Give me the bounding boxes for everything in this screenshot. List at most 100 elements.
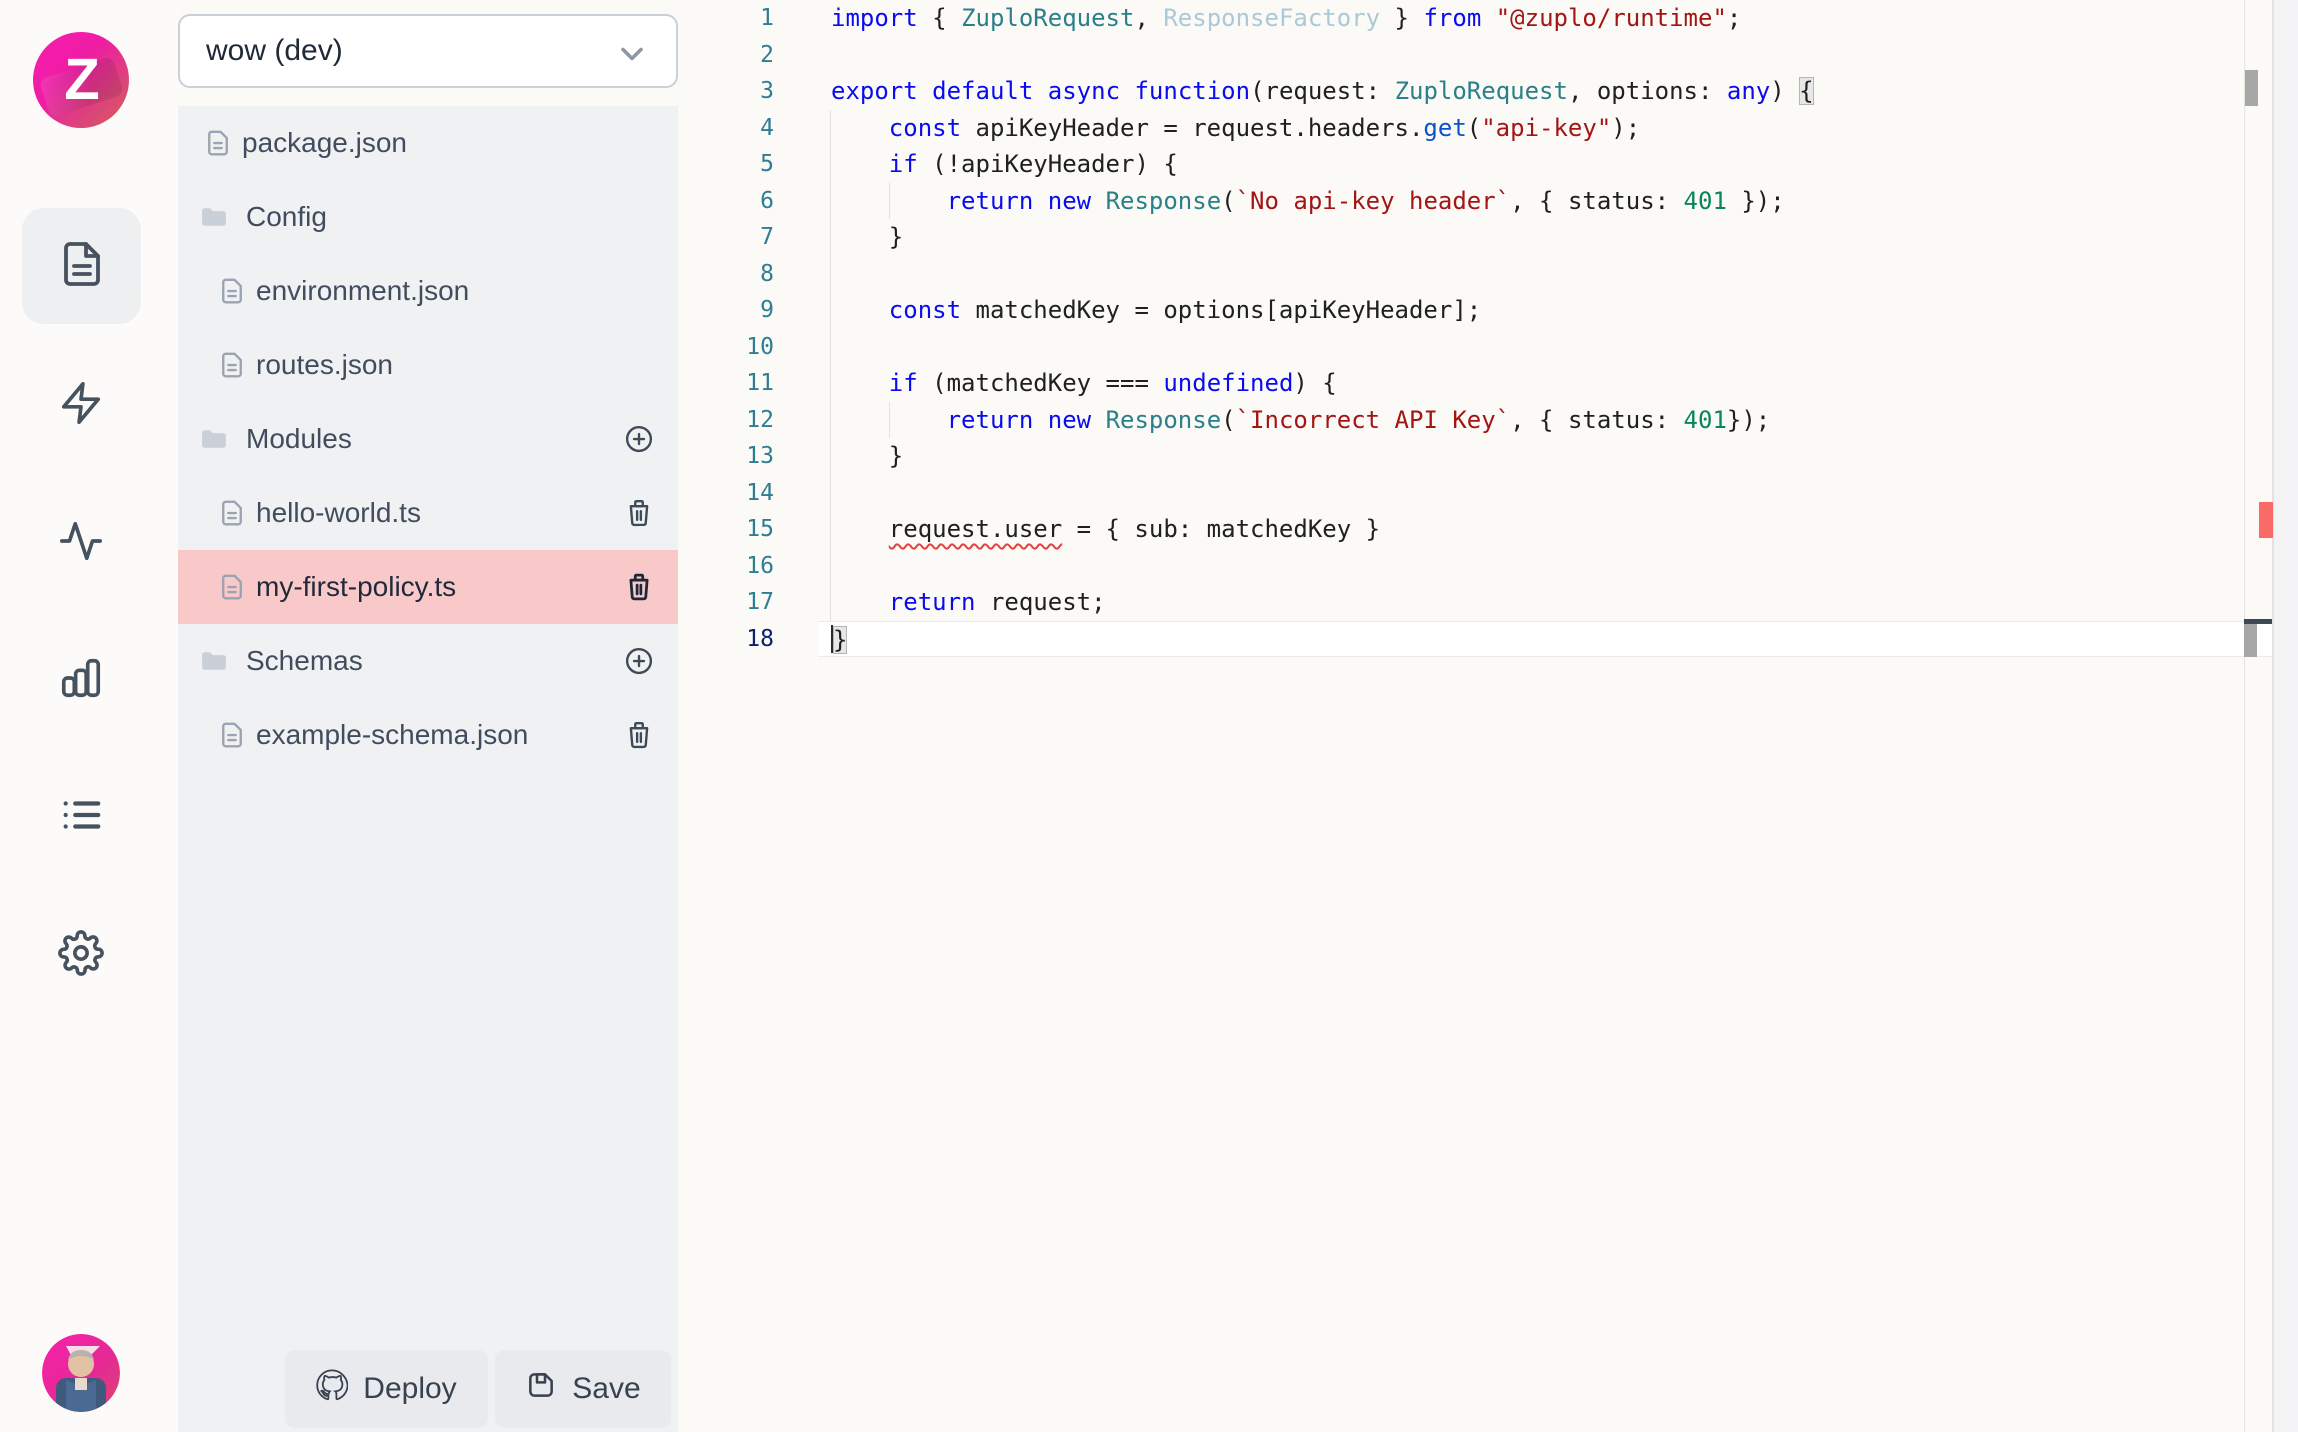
code-line[interactable]: 11 if (matchedKey === undefined) {: [680, 365, 2273, 402]
code-line-content: if (matchedKey === undefined) {: [831, 365, 2273, 402]
chevron-down-icon: [614, 36, 650, 72]
nav-item-files[interactable]: [22, 208, 141, 324]
line-number: 7: [680, 219, 776, 256]
line-number: 5: [680, 146, 776, 183]
overview-error-marker: [2259, 502, 2273, 538]
file-icon: [216, 571, 248, 603]
tree-item-label: environment.json: [256, 275, 469, 307]
line-number: 10: [680, 329, 776, 366]
line-number: 8: [680, 256, 776, 293]
user-avatar[interactable]: [42, 1334, 120, 1412]
code-line-content: return new Response(`Incorrect API Key`,…: [831, 402, 2273, 439]
line-number: 1: [680, 0, 776, 37]
code-line-content: [831, 256, 2273, 293]
file-icon: [216, 349, 248, 381]
tree-item-label: Modules: [246, 423, 352, 455]
tree-item-hello-world-ts[interactable]: hello-world.ts: [178, 476, 678, 550]
user-avatar-image: [42, 1334, 120, 1412]
code-line[interactable]: 13 }: [680, 438, 2273, 475]
tree-item-label: Schemas: [246, 645, 363, 677]
code-line[interactable]: 14: [680, 475, 2273, 512]
add-module-button[interactable]: [624, 424, 654, 454]
tree-item-environment-json[interactable]: environment.json: [178, 254, 678, 328]
code-line[interactable]: 12 return new Response(`Incorrect API Ke…: [680, 402, 2273, 439]
code-lines: 1import { ZuploRequest, ResponseFactory …: [680, 0, 2273, 657]
tree-item-modules-folder[interactable]: Modules: [178, 402, 678, 476]
line-number: 16: [680, 548, 776, 585]
tree-item-config-folder[interactable]: Config: [178, 180, 678, 254]
folder-icon: [198, 645, 230, 677]
add-schema-button[interactable]: [624, 646, 654, 676]
code-line[interactable]: 4 const apiKeyHeader = request.headers.g…: [680, 110, 2273, 147]
code-line-content: return request;: [831, 584, 2273, 621]
overview-ruler-border: [2244, 0, 2245, 1432]
tree-item-label: my-first-policy.ts: [256, 571, 456, 603]
delete-file-button[interactable]: [624, 572, 654, 602]
tree-item-example-schema-json[interactable]: example-schema.json: [178, 698, 678, 772]
code-line-content: }: [831, 219, 2273, 256]
line-number: 13: [680, 438, 776, 475]
code-line-content: }: [818, 621, 2273, 658]
nav-item-live-logs[interactable]: [55, 517, 107, 569]
code-line-content: [831, 37, 2273, 74]
overview-cursorline-marker: [2244, 624, 2257, 657]
tree-item-package-json[interactable]: package.json: [178, 106, 678, 180]
code-line[interactable]: 1import { ZuploRequest, ResponseFactory …: [680, 0, 2273, 37]
activity-pulse-icon: [58, 518, 104, 569]
code-line[interactable]: 8: [680, 256, 2273, 293]
code-line[interactable]: 9 const matchedKey = options[apiKeyHeade…: [680, 292, 2273, 329]
line-number: 4: [680, 110, 776, 147]
zuplo-logo[interactable]: Z: [33, 32, 129, 128]
code-line[interactable]: 2: [680, 37, 2273, 74]
bar-chart-icon: [58, 655, 104, 706]
tree-item-schemas-folder[interactable]: Schemas: [178, 624, 678, 698]
file-icon: [202, 127, 234, 159]
line-number: 9: [680, 292, 776, 329]
code-line[interactable]: 10: [680, 329, 2273, 366]
code-editor[interactable]: 1import { ZuploRequest, ResponseFactory …: [680, 0, 2273, 1432]
deploy-button[interactable]: Deploy: [285, 1350, 488, 1428]
line-number: 11: [680, 365, 776, 402]
code-line[interactable]: 5 if (!apiKeyHeader) {: [680, 146, 2273, 183]
lightning-icon: [58, 380, 104, 431]
tree-item-routes-json[interactable]: routes.json: [178, 328, 678, 402]
code-line[interactable]: 16: [680, 548, 2273, 585]
line-number: 18: [680, 621, 776, 658]
nav-item-routes[interactable]: [55, 379, 107, 431]
line-number: 12: [680, 402, 776, 439]
line-number: 15: [680, 511, 776, 548]
editor-right-border: [2272, 0, 2273, 1432]
nav-item-analytics[interactable]: [55, 654, 107, 706]
tree-item-label: package.json: [242, 127, 407, 159]
code-line-content: [831, 329, 2273, 366]
tree-item-my-first-policy-ts[interactable]: my-first-policy.ts: [178, 550, 678, 624]
file-tree: package.json Config environment.json rou…: [178, 106, 678, 1432]
line-number: 14: [680, 475, 776, 512]
folder-icon: [198, 201, 230, 233]
tree-item-label: example-schema.json: [256, 719, 528, 751]
delete-file-button[interactable]: [624, 720, 654, 750]
file-text-icon: [58, 240, 106, 293]
zuplo-logo-letter: Z: [64, 51, 97, 109]
code-line-content: [831, 548, 2273, 585]
gear-icon: [58, 930, 104, 981]
list-icon: [58, 792, 104, 843]
scrollbar-thumb[interactable]: [2245, 70, 2258, 106]
code-line[interactable]: 15 request.user = { sub: matchedKey }: [680, 511, 2273, 548]
file-icon: [216, 275, 248, 307]
code-line-content: }: [831, 438, 2273, 475]
code-line[interactable]: 18}: [680, 621, 2273, 658]
save-icon: [525, 1369, 557, 1409]
code-line-content: const apiKeyHeader = request.headers.get…: [831, 110, 2273, 147]
delete-file-button[interactable]: [624, 498, 654, 528]
nav-item-list[interactable]: [55, 791, 107, 843]
code-line[interactable]: 7 }: [680, 219, 2273, 256]
project-selector-dropdown[interactable]: wow (dev): [178, 14, 678, 88]
nav-item-settings[interactable]: [55, 929, 107, 981]
code-line[interactable]: 6 return new Response(`No api-key header…: [680, 183, 2273, 220]
code-line[interactable]: 17 return request;: [680, 584, 2273, 621]
save-button[interactable]: Save: [495, 1350, 671, 1428]
github-icon: [316, 1369, 348, 1409]
sidebar-action-bar: Deploy Save: [285, 1350, 671, 1428]
code-line[interactable]: 3export default async function(request: …: [680, 73, 2273, 110]
